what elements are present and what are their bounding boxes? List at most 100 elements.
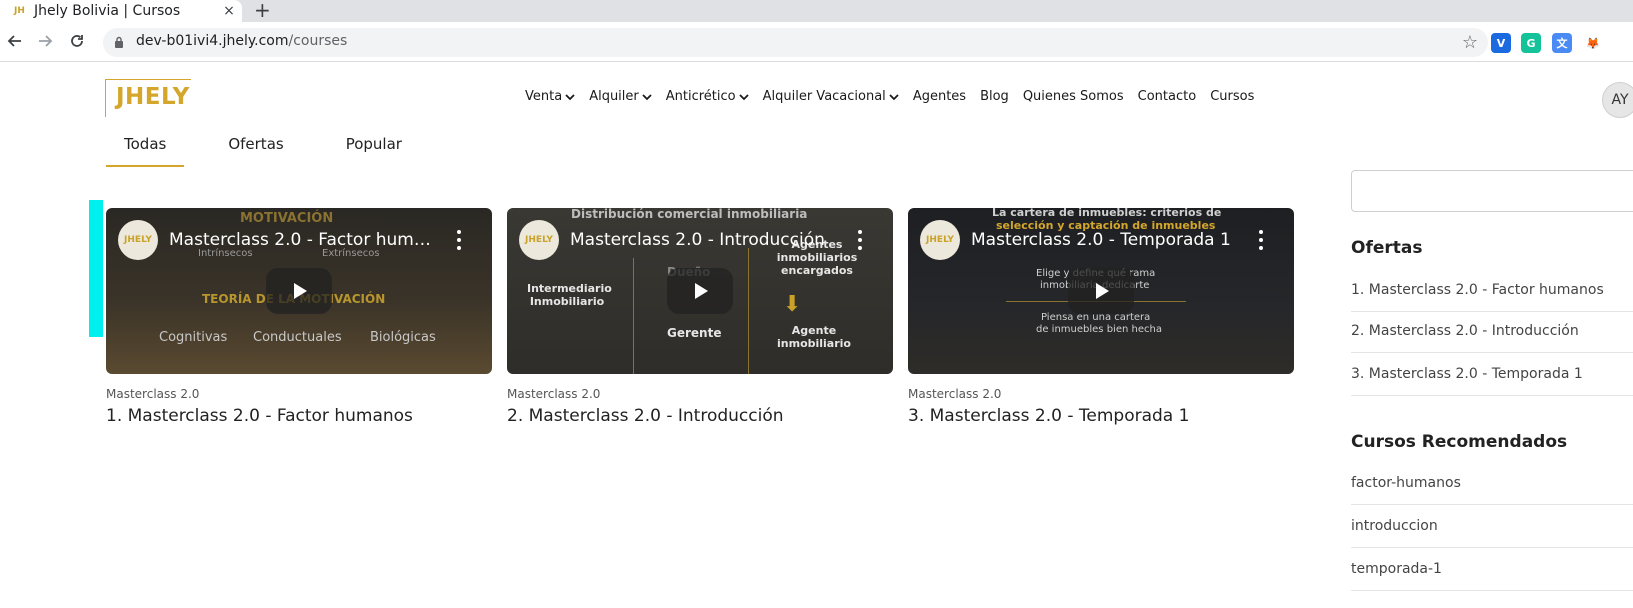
chevron-down-icon [738,93,749,100]
browser-tab[interactable]: JH Jhely Bolivia | Cursos × [0,0,242,22]
browser-tabstrip: JH Jhely Bolivia | Cursos × + [0,0,1633,22]
nav-item-label: Alquiler [589,89,639,104]
tab-favicon-icon: JH [14,6,25,16]
more-options-icon[interactable] [456,230,462,250]
grammarly-extension-icon[interactable]: G [1521,33,1541,53]
video-title[interactable]: Masterclass 2.0 - Introducción [570,230,840,250]
nav-item-contacto[interactable]: Contacto [1138,89,1197,104]
search-input[interactable] [1351,170,1633,212]
browser-toolbar: dev-b01ivi4.jhely.com/courses ☆ V G 文 🦊 [0,22,1633,62]
nav-item-label: Contacto [1137,89,1197,104]
course-category: Masterclass 2.0 [908,387,1002,401]
video-thumbnail[interactable]: Distribución comercial inmobiliaria Inte… [507,208,893,374]
play-icon [294,283,307,299]
course-category: Masterclass 2.0 [507,387,601,401]
offer-link[interactable]: 2. Masterclass 2.0 - Introducción [1351,310,1633,353]
tab-ofertas[interactable]: Ofertas [210,135,301,167]
nav-item-label: Agentes [912,89,967,104]
course-card: La cartera de inmuebles: criterios de se… [908,208,1294,426]
play-button[interactable] [667,268,733,314]
nav-item-label: Blog [980,89,1009,104]
course-category: Masterclass 2.0 [106,387,200,401]
tab-popular[interactable]: Popular [328,135,420,167]
channel-icon[interactable]: JHELY [920,220,960,260]
new-tab-button[interactable]: + [254,0,271,22]
video-thumbnail[interactable]: La cartera de inmuebles: criterios de se… [908,208,1294,374]
nav-item-alquiler[interactable]: Alquiler [589,89,652,104]
reload-icon[interactable] [66,30,88,52]
course-title[interactable]: 3. Masterclass 2.0 - Temporada 1 [908,406,1294,426]
thumb-text: Conductuales [253,330,342,345]
url-text: dev-b01ivi4.jhely.com/courses [136,33,347,49]
vimeo-extension-icon[interactable]: V [1491,33,1511,53]
course-card: Distribución comercial inmobiliaria Inte… [507,208,893,426]
offers-heading: Ofertas [1351,238,1423,258]
address-bar[interactable]: dev-b01ivi4.jhely.com/courses ☆ [103,28,1488,57]
play-icon [695,283,708,299]
tab-todas[interactable]: Todas [106,135,185,167]
tab-close-icon[interactable]: × [216,3,242,19]
play-icon [1096,283,1109,299]
thumb-text: Distribución comercial inmobiliaria [571,208,808,221]
nav-item-label: Venta [525,89,563,104]
offer-link[interactable]: 1. Masterclass 2.0 - Factor humanos [1351,269,1633,312]
metamask-extension-icon[interactable]: 🦊 [1583,33,1603,53]
forward-icon[interactable] [34,30,56,52]
nav-item-blog[interactable]: Blog [980,89,1009,104]
thumb-text: La cartera de inmuebles: criterios de [992,208,1222,219]
lock-icon [115,36,123,48]
thumb-text: Biológicas [370,330,436,345]
chevron-down-icon [565,93,575,100]
recommended-link[interactable]: introduccion [1351,505,1633,548]
highlight-bar [89,200,103,337]
thumb-text: MOTIVACIÓN [240,211,334,226]
play-button[interactable] [1068,268,1134,314]
url-path: /courses [288,33,348,49]
nav-item-quienes-somos[interactable]: Quienes Somos [1023,89,1124,104]
nav-item-label: Cursos [1210,89,1255,104]
offer-link[interactable]: 3. Masterclass 2.0 - Temporada 1 [1351,353,1633,396]
video-title[interactable]: Masterclass 2.0 - Temporada 1 [971,230,1241,250]
nav-item-alquiler-vacacional[interactable]: Alquiler Vacacional [763,89,899,104]
user-avatar[interactable]: AY [1602,82,1633,118]
nav-item-label: Anticrético [665,89,736,104]
thumb-text: Cognitivas [159,330,228,345]
nav-item-venta[interactable]: Venta [525,89,575,104]
chevron-down-icon [889,93,899,100]
thumb-text: Intermediario Inmobiliario [527,282,612,308]
nav-item-label: Alquiler Vacacional [762,89,886,104]
video-thumbnail[interactable]: MOTIVACIÓN Intrínsecos Extrínsecos TEORÍ… [106,208,492,374]
channel-icon[interactable]: JHELY [118,220,158,260]
bookmark-star-icon[interactable]: ☆ [1462,32,1478,53]
chevron-down-icon [642,93,652,100]
url-host: dev-b01ivi4.jhely.com [136,33,289,49]
arrow-down-icon: ⬇ [783,292,802,317]
more-options-icon[interactable] [1258,230,1264,250]
nav-item-anticrético[interactable]: Anticrético [666,89,749,104]
tab-title: Jhely Bolivia | Cursos [34,3,181,19]
course-title[interactable]: 2. Masterclass 2.0 - Introducción [507,406,893,426]
page: JHELY Venta Alquiler Anticrético Alquiler V… [0,63,1633,608]
nav-item-cursos[interactable]: Cursos [1210,89,1254,104]
play-button[interactable] [266,268,332,314]
nav-item-label: Quienes Somos [1022,89,1124,104]
thumb-text: Gerente [667,326,722,340]
nav-item-agentes[interactable]: Agentes [913,89,966,104]
more-options-icon[interactable] [857,230,863,250]
thumb-divider [748,248,749,374]
translate-extension-icon[interactable]: 文 [1552,33,1572,53]
back-icon[interactable] [4,30,26,52]
site-logo[interactable]: JHELY [105,79,191,117]
thumb-text: Agente inmobiliario [777,324,851,350]
recommended-link[interactable]: factor-humanos [1351,462,1633,505]
thumb-divider [633,258,634,374]
recommended-link[interactable]: temporada-1 [1351,548,1633,591]
course-filter-tabs: Todas Ofertas Popular [106,135,420,167]
thumb-text: de inmuebles bien hecha [1036,324,1162,335]
course-card: MOTIVACIÓN Intrínsecos Extrínsecos TEORÍ… [106,208,492,426]
channel-icon[interactable]: JHELY [519,220,559,260]
main-nav: Venta Alquiler Anticrético Alquiler Vacacio… [525,89,1254,104]
course-title[interactable]: 1. Masterclass 2.0 - Factor humanos [106,406,492,426]
logo-text: JHELY [116,84,190,110]
video-title[interactable]: Masterclass 2.0 - Factor huma... [169,230,439,250]
